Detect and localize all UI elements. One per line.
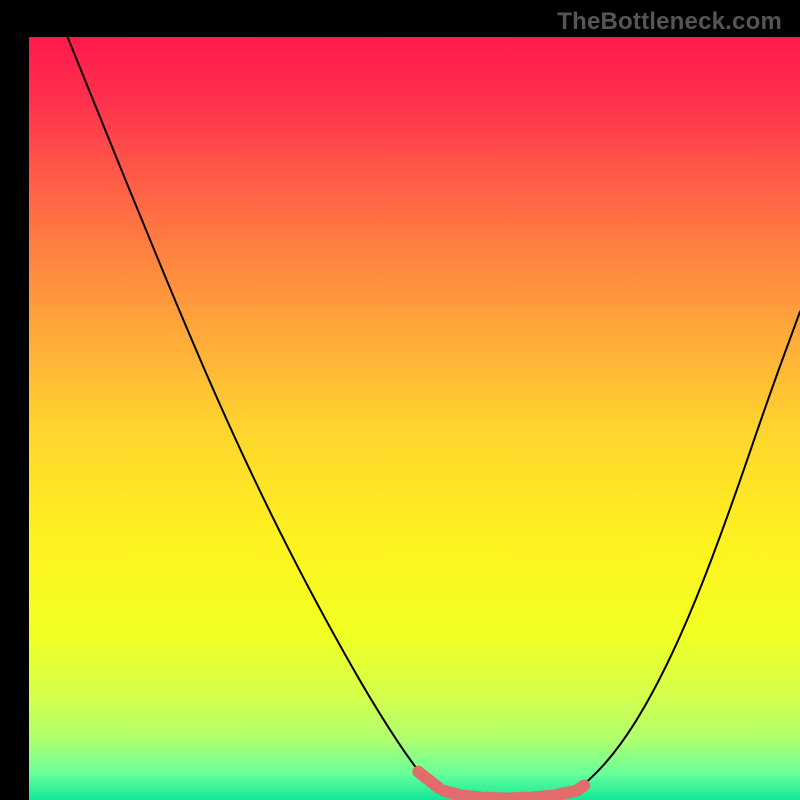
chart-plot-area xyxy=(29,37,800,800)
valley-marker-segment xyxy=(510,798,528,799)
valley-marker-segment xyxy=(533,796,551,798)
valley-marker-endcap xyxy=(412,766,424,778)
valley-marker-segment xyxy=(487,798,505,799)
valley-marker-segment xyxy=(556,791,574,794)
chart-svg xyxy=(29,37,800,800)
valley-marker-segment xyxy=(464,796,482,798)
watermark-text: TheBottleneck.com xyxy=(557,8,782,36)
valley-marker-segment xyxy=(444,791,459,795)
plot-background xyxy=(29,37,800,800)
valley-marker-endcap xyxy=(578,780,590,792)
